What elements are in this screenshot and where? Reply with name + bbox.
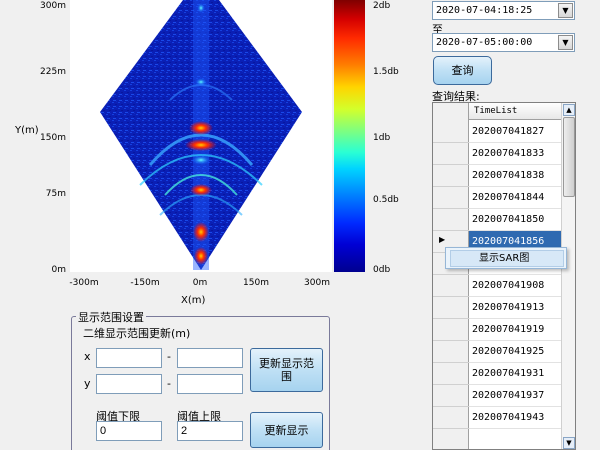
table-row[interactable]: 202007041913 bbox=[469, 297, 561, 319]
row-header[interactable] bbox=[433, 143, 469, 165]
y-tick: 225m bbox=[40, 67, 66, 77]
range-settings-title: 显示范围设置 bbox=[76, 309, 146, 325]
y-range-label: y bbox=[84, 377, 91, 390]
row-header[interactable] bbox=[433, 165, 469, 187]
chevron-down-icon[interactable]: ▼ bbox=[558, 3, 573, 18]
column-header-timelist[interactable]: TimeList bbox=[469, 103, 561, 120]
x-range-label: x bbox=[84, 350, 91, 363]
x-tick: -150m bbox=[130, 278, 160, 288]
context-menu-show-sar[interactable]: 显示SAR图 bbox=[450, 250, 564, 267]
x-tick: 150m bbox=[243, 278, 269, 288]
row-header[interactable] bbox=[433, 363, 469, 385]
x-axis-label: X(m) bbox=[181, 295, 206, 306]
row-header[interactable] bbox=[433, 121, 469, 143]
context-menu: 显示SAR图 bbox=[445, 247, 567, 269]
table-row[interactable]: 202007041908 bbox=[469, 275, 561, 297]
query-button[interactable]: 查询 bbox=[433, 56, 492, 85]
end-datetime-value: 2020-07-05:00:00 bbox=[436, 37, 533, 48]
row-header[interactable] bbox=[433, 187, 469, 209]
x-tick: -300m bbox=[69, 278, 99, 288]
row-header[interactable] bbox=[433, 275, 469, 297]
results-grid[interactable]: TimeList 202007041827 202007041833 2020070… bbox=[432, 102, 576, 450]
y-range-dash: - bbox=[167, 377, 171, 390]
y-axis-label: Y(m) bbox=[15, 125, 39, 136]
threshold-low-input[interactable] bbox=[96, 421, 162, 441]
x-tick: 0m bbox=[192, 278, 208, 288]
table-row[interactable]: 202007041937 bbox=[469, 385, 561, 407]
start-datetime-picker[interactable]: 2020-07-04:18:25 ▼ bbox=[432, 1, 575, 20]
colorbar-tick: 0.5db bbox=[373, 195, 399, 205]
vertical-scrollbar[interactable]: ▲ ▼ bbox=[561, 103, 575, 449]
x-tick: 300m bbox=[304, 278, 330, 288]
row-header[interactable] bbox=[433, 297, 469, 319]
end-datetime-picker[interactable]: 2020-07-05:00:00 ▼ bbox=[432, 33, 575, 52]
colorbar-tick: 1.5db bbox=[373, 67, 399, 77]
colorbar-tick: 0db bbox=[373, 265, 391, 275]
y-tick: 75m bbox=[45, 189, 66, 199]
scroll-down-icon[interactable]: ▼ bbox=[563, 437, 575, 449]
range-update-subtitle: 二维显示范围更新(m) bbox=[83, 327, 191, 340]
chevron-down-icon[interactable]: ▼ bbox=[558, 35, 573, 50]
table-row[interactable]: 202007041833 bbox=[469, 143, 561, 165]
row-header[interactable] bbox=[433, 319, 469, 341]
table-row[interactable]: 202007041844 bbox=[469, 187, 561, 209]
row-header[interactable] bbox=[433, 341, 469, 363]
row-header[interactable] bbox=[433, 407, 469, 429]
scroll-up-icon[interactable]: ▲ bbox=[563, 104, 575, 116]
y-max-input[interactable] bbox=[177, 374, 243, 394]
x-min-input[interactable] bbox=[96, 348, 162, 368]
x-max-input[interactable] bbox=[177, 348, 243, 368]
update-range-button[interactable]: 更新显示范围 bbox=[250, 348, 323, 392]
y-tick: 300m bbox=[40, 1, 66, 11]
sar-intensity-map bbox=[100, 0, 302, 270]
current-row-arrow-icon: ▶ bbox=[439, 235, 446, 244]
update-display-button[interactable]: 更新显示 bbox=[250, 412, 323, 448]
start-datetime-value: 2020-07-04:18:25 bbox=[436, 5, 533, 16]
table-row[interactable]: 202007041919 bbox=[469, 319, 561, 341]
x-range-dash: - bbox=[167, 350, 171, 363]
row-header[interactable] bbox=[433, 385, 469, 407]
colorbar-tick: 2db bbox=[373, 1, 391, 11]
sar-image-plot bbox=[70, 0, 332, 272]
y-tick: 0m bbox=[51, 265, 67, 275]
colorbar bbox=[334, 0, 365, 272]
table-row[interactable]: 202007041931 bbox=[469, 363, 561, 385]
y-min-input[interactable] bbox=[96, 374, 162, 394]
colorbar-tick: 1db bbox=[373, 133, 391, 143]
threshold-high-input[interactable] bbox=[177, 421, 243, 441]
table-row[interactable]: 202007041925 bbox=[469, 341, 561, 363]
scrollbar-thumb[interactable] bbox=[563, 117, 575, 197]
row-header[interactable] bbox=[433, 209, 469, 231]
table-row[interactable]: 202007041850 bbox=[469, 209, 561, 231]
table-row[interactable]: 202007041943 bbox=[469, 407, 561, 429]
table-row[interactable]: 202007041827 bbox=[469, 121, 561, 143]
table-row[interactable]: 202007041838 bbox=[469, 165, 561, 187]
